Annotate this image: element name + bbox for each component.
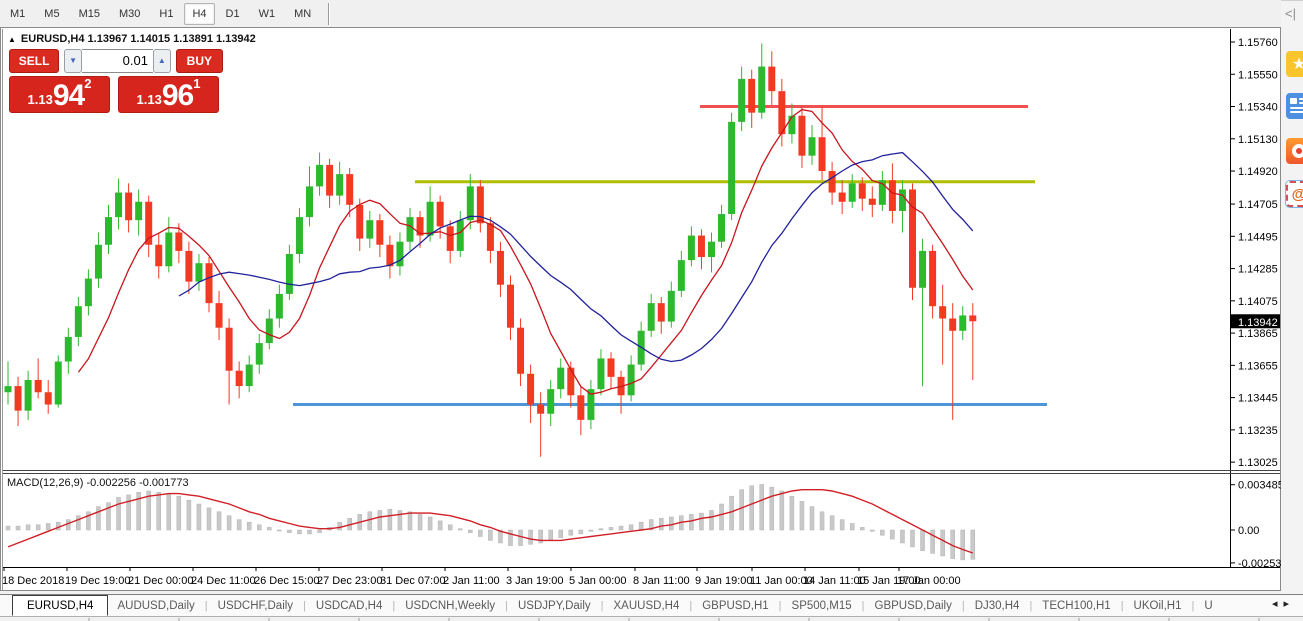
chart-tab-gbpusd-daily[interactable]: GBPUSD,Daily [866, 596, 961, 616]
desktop-strip: <| ★ @ [1281, 0, 1303, 594]
price-tick-label: 1.14285 [1238, 264, 1278, 276]
favorites-star-icon[interactable]: ★ [1286, 51, 1303, 77]
mail-at-icon[interactable]: @ [1286, 181, 1303, 207]
tab-scroll-right-icon[interactable]: ▸ [1283, 598, 1295, 610]
time-tick-label: 27 Dec 23:00 [317, 575, 382, 587]
buy-button[interactable]: BUY [176, 49, 223, 73]
price-tick-label: 1.13235 [1238, 425, 1278, 437]
macd-tick-label: 0.00 [1238, 525, 1259, 537]
price-tick-label: 1.14075 [1238, 296, 1278, 308]
chart-title-text: EURUSD,H4 1.13967 1.14015 1.13891 1.1394… [21, 33, 256, 45]
tab-scroll-arrows[interactable]: ◂▸ [1272, 597, 1295, 610]
ask-pip-sup: 1 [193, 77, 200, 91]
bid-pip-sup: 2 [84, 77, 91, 91]
one-click-trading-panel: SELL ▼ ▲ BUY 1.13942 1.13961 [9, 48, 223, 113]
tab-divider: | [862, 600, 865, 612]
tab-divider: | [1029, 600, 1032, 612]
bid-price-tile[interactable]: 1.13942 [9, 76, 110, 113]
time-tick-label: 26 Dec 15:00 [254, 575, 319, 587]
tab-divider: | [601, 600, 604, 612]
tab-divider: | [205, 600, 208, 612]
chart-tab-dj30-h4[interactable]: DJ30,H4 [966, 596, 1029, 616]
news-line [1299, 98, 1303, 100]
chart-tab-sp500-m15[interactable]: SP500,M15 [783, 596, 861, 616]
tab-scroll-left-icon[interactable]: ◂ [1272, 598, 1284, 610]
time-tick-label: 9 Jan 19:00 [695, 575, 753, 587]
tab-divider: | [1121, 600, 1124, 612]
volume-decrease-button[interactable]: ▼ [64, 49, 82, 73]
tab-divider: | [303, 600, 306, 612]
tab-divider: | [962, 600, 965, 612]
price-tick-label: 1.15130 [1238, 134, 1278, 146]
price-tick-label: 1.13025 [1238, 457, 1278, 469]
tab-divider: | [505, 600, 508, 612]
macd-tick-label: 0.003485 [1238, 480, 1284, 492]
news-line [1290, 107, 1303, 109]
bid-prefix: 1.13 [28, 90, 53, 110]
news-line [1299, 102, 1303, 104]
price-tick-label: 1.13445 [1238, 393, 1278, 405]
tab-divider: | [1191, 600, 1194, 612]
chart-tab-usdcad-h4[interactable]: USDCAD,H4 [307, 596, 391, 616]
bid-big-figure: 94 [53, 82, 84, 110]
macd-indicator-label: MACD(12,26,9) -0.002256 -0.001773 [7, 477, 189, 489]
news-panel-icon[interactable] [1286, 93, 1303, 119]
tab-divider: | [392, 600, 395, 612]
tab-divider: | [689, 600, 692, 612]
ask-price-tile[interactable]: 1.13961 [118, 76, 219, 113]
chart-tab-eurusd-h4[interactable]: EURUSD,H4 [12, 595, 108, 616]
chart-tab-ukoil-h1[interactable]: UKOil,H1 [1125, 596, 1191, 616]
svg-text:1.13942: 1.13942 [1238, 317, 1278, 329]
chart-title: ▲ EURUSD,H4 1.13967 1.14015 1.13891 1.13… [8, 33, 256, 45]
chart-tab-audusd-daily[interactable]: AUDUSD,Daily [108, 596, 203, 616]
chart-tab-usdjpy-daily[interactable]: USDJPY,Daily [509, 596, 600, 616]
price-tick-label: 1.14495 [1238, 231, 1278, 243]
weibo-eye [1292, 144, 1303, 158]
time-tick-label: 3 Jan 19:00 [506, 575, 564, 587]
chart-tab-xauusd-h4[interactable]: XAUUSD,H4 [605, 596, 689, 616]
down-arrow-icon: ▼ [69, 56, 77, 65]
price-tick-label: 1.15340 [1238, 102, 1278, 114]
time-tick-label: 19 Dec 19:00 [65, 575, 130, 587]
time-tick-label: 5 Jan 00:00 [569, 575, 627, 587]
tab-divider: | [779, 600, 782, 612]
up-arrow-icon: ▲ [158, 56, 166, 65]
price-tick-label: 1.15760 [1238, 37, 1278, 49]
price-tick-label: 1.13655 [1238, 360, 1278, 372]
weibo-icon[interactable] [1286, 138, 1303, 164]
chart-tab-u[interactable]: U [1195, 596, 1221, 616]
news-thumb [1290, 98, 1297, 104]
price-tick-label: 1.13865 [1238, 328, 1278, 340]
price-tick-label: 1.15550 [1238, 69, 1278, 81]
time-tick-label: 21 Dec 00:00 [128, 575, 193, 587]
time-tick-label: 31 Dec 07:00 [380, 575, 445, 587]
price-tick-label: 1.14920 [1238, 166, 1278, 178]
chart-tab-usdchf-daily[interactable]: USDCHF,Daily [209, 596, 302, 616]
mt4-terminal: M1M5M15M30H1H4D1W1MN 1.157601.155501.153… [0, 0, 1303, 621]
time-tick-label: 2 Jan 11:00 [443, 575, 500, 587]
current-price-badge: 1.13942 [1231, 314, 1280, 329]
sell-button[interactable]: SELL [9, 49, 59, 73]
volume-increase-button[interactable]: ▲ [153, 49, 171, 73]
macd-tick-label: -0.00253 [1238, 558, 1281, 570]
chart-tab-tech100-h1[interactable]: TECH100,H1 [1033, 596, 1119, 616]
time-tick-label: 18 Dec 2018 [2, 575, 64, 587]
time-tick-label: 24 Dec 11:00 [191, 575, 256, 587]
star-glyph: ★ [1292, 54, 1303, 74]
chart-tab-gbpusd-h1[interactable]: GBPUSD,H1 [693, 596, 777, 616]
chart-tab-bar: EURUSD,H4AUDUSD,Daily|USDCHF,Daily|USDCA… [0, 594, 1303, 617]
chart-tab-usdcnh-weekly[interactable]: USDCNH,Weekly [396, 596, 504, 616]
ask-prefix: 1.13 [137, 90, 162, 110]
time-tick-label: 17 Jan 00:00 [897, 575, 961, 587]
symbol-arrow-icon: ▲ [8, 35, 16, 44]
time-tick-label: 8 Jan 11:00 [633, 575, 690, 587]
price-tick-label: 1.14705 [1238, 199, 1278, 211]
volume-input[interactable] [82, 49, 153, 73]
ask-big-figure: 96 [162, 82, 193, 110]
news-line [1290, 111, 1303, 113]
at-glyph: @ [1292, 186, 1303, 203]
taskbar-expander-icon[interactable]: <| [1285, 6, 1296, 21]
